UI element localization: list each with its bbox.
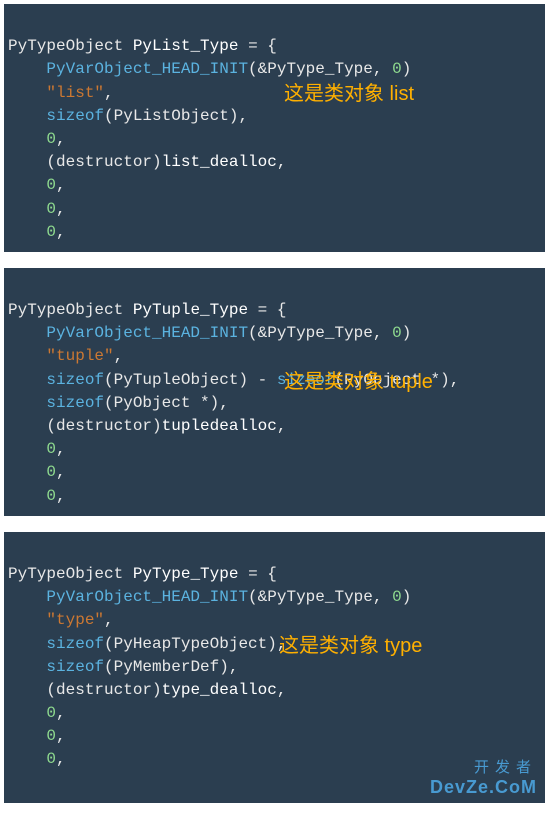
annotation-tuple: 这是类对象 tuple bbox=[284, 368, 433, 397]
code-block-tuple: PyTypeObject PyTuple_Type = { PyVarObjec… bbox=[4, 268, 545, 516]
head-macro: PyVarObject_HEAD_INIT bbox=[46, 324, 248, 342]
type-name: PyType_Type bbox=[133, 565, 239, 583]
type-string: "type" bbox=[46, 611, 104, 629]
annotation-list: 这是类对象 list bbox=[284, 80, 414, 109]
annotation-type: 这是类对象 type bbox=[279, 632, 422, 661]
head-macro: PyVarObject_HEAD_INIT bbox=[46, 588, 248, 606]
type-name: PyList_Type bbox=[133, 37, 239, 55]
type-string: "list" bbox=[46, 84, 104, 102]
type-name: PyTuple_Type bbox=[133, 301, 248, 319]
watermark-line2: DevZe.CoM bbox=[430, 777, 537, 797]
type-keyword: PyTypeObject bbox=[8, 37, 123, 55]
head-macro: PyVarObject_HEAD_INIT bbox=[46, 60, 248, 78]
code-block-type: PyTypeObject PyType_Type = { PyVarObject… bbox=[4, 532, 545, 803]
type-keyword: PyTypeObject bbox=[8, 565, 123, 583]
watermark-line1: 开发者 bbox=[474, 759, 537, 776]
type-keyword: PyTypeObject bbox=[8, 301, 123, 319]
watermark: 开发者DevZe.CoM bbox=[430, 759, 537, 799]
code-block-list: PyTypeObject PyList_Type = { PyVarObject… bbox=[4, 4, 545, 252]
type-string: "tuple" bbox=[46, 347, 113, 365]
